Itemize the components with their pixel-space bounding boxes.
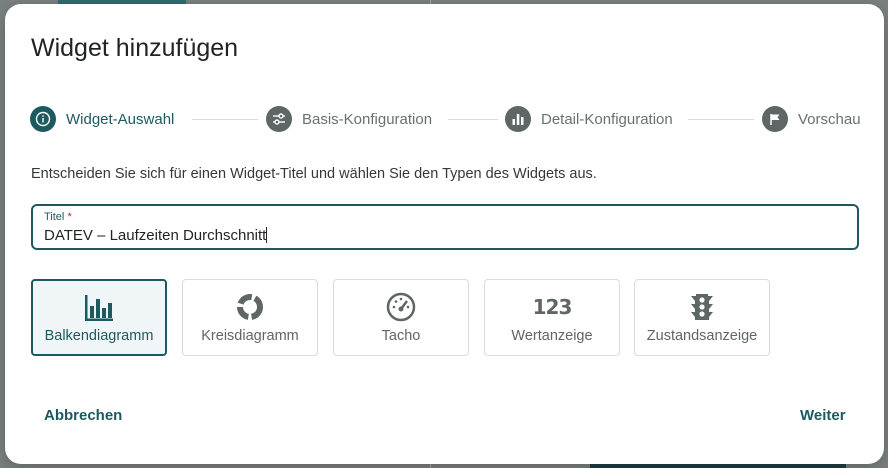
title-field[interactable]: Titel * DATEV – Laufzeiten Durchschnitt: [31, 204, 859, 250]
dialog-description: Entscheiden Sie sich für einen Widget-Ti…: [31, 166, 597, 182]
step-preview[interactable]: Vorschau: [762, 105, 861, 133]
step-label: Detail-Konfiguration: [541, 110, 673, 128]
widget-type-bar-chart[interactable]: Balkendiagramm: [31, 279, 167, 356]
flag-icon: [762, 106, 788, 132]
speedometer-icon: [334, 292, 468, 322]
numbers-icon: 123: [485, 292, 619, 322]
dialog-title: Widget hinzufügen: [31, 34, 239, 62]
step-widget-selection[interactable]: Widget-Auswahl: [30, 105, 174, 133]
sliders-icon: [266, 106, 292, 132]
widget-type-value-display[interactable]: 123 Wertanzeige: [484, 279, 620, 356]
stepper: Widget-Auswahl Basis-Konfiguration Detai…: [30, 105, 861, 135]
info-icon: [30, 106, 56, 132]
numbers-icon-text: 123: [532, 295, 573, 319]
step-connector: [448, 119, 498, 120]
traffic-light-icon: [635, 292, 769, 322]
widget-type-pie-chart[interactable]: Kreisdiagramm: [182, 279, 318, 356]
step-label: Basis-Konfiguration: [302, 110, 433, 128]
next-button[interactable]: Weiter: [800, 407, 846, 424]
widget-type-label: Tacho: [381, 328, 421, 344]
widget-type-label: Balkendiagramm: [44, 328, 154, 344]
text-caret: [266, 227, 268, 243]
title-field-label: Titel *: [44, 211, 72, 223]
widget-type-label: Wertanzeige: [511, 328, 593, 344]
title-field-label-text: Titel: [44, 211, 65, 223]
bar-chart-icon: [33, 293, 165, 323]
bar-chart-icon: [505, 106, 531, 132]
title-input[interactable]: DATEV – Laufzeiten Durchschnitt: [44, 227, 834, 244]
title-input-value: DATEV – Laufzeiten Durchschnitt: [44, 227, 267, 244]
cancel-button[interactable]: Abbrechen: [44, 407, 122, 424]
step-basic-configuration[interactable]: Basis-Konfiguration: [266, 105, 432, 133]
step-label: Widget-Auswahl: [66, 110, 175, 128]
widget-type-speedometer[interactable]: Tacho: [333, 279, 469, 356]
required-marker: *: [67, 211, 72, 223]
widget-type-label: Zustandsanzeige: [646, 328, 758, 344]
step-connector: [688, 119, 754, 120]
step-detail-configuration[interactable]: Detail-Konfiguration: [505, 105, 673, 133]
step-label: Vorschau: [798, 110, 861, 128]
donut-chart-icon: [183, 292, 317, 322]
widget-type-label: Kreisdiagramm: [201, 328, 299, 344]
step-connector: [192, 119, 258, 120]
widget-type-status-display[interactable]: Zustandsanzeige: [634, 279, 770, 356]
add-widget-dialog: Widget hinzufügen Widget-Auswahl Basis-K…: [5, 4, 884, 464]
